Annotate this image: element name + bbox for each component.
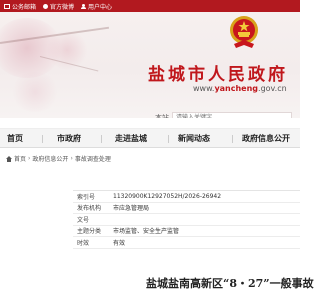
nav-divider [168, 135, 169, 143]
metadata-key: 时效 [77, 239, 90, 247]
metadata-row: 文号 [73, 214, 300, 226]
nav-item-news[interactable]: 新闻动态 [178, 133, 210, 144]
breadcrumb-accident-investigation[interactable]: 事故调查处理 [75, 154, 111, 163]
metadata-row: 主题分类 市场监管、安全生产监管 [73, 226, 300, 237]
mail-icon [4, 3, 10, 9]
national-emblem-icon [230, 16, 258, 48]
search-input[interactable] [172, 111, 292, 118]
metadata-value: 11320900K12927052H/2026-26942 [113, 192, 222, 200]
search-scope-label: 本站 [155, 113, 169, 119]
document-metadata-table: 索引号 11320900K12927052H/2026-26942 发布机构 市… [73, 190, 300, 249]
header-banner: 盐城市人民政府 www.yancheng.gov.cn 本站 [0, 12, 300, 118]
metadata-key: 文号 [77, 216, 90, 224]
nav-item-home[interactable]: 首页 [7, 133, 23, 144]
breadcrumb-home[interactable]: 首页 [14, 154, 26, 163]
nav-item-city-government[interactable]: 市政府 [57, 133, 81, 144]
metadata-key: 发布机构 [77, 205, 102, 213]
top-bar: 公务邮箱 官方微博 用户中心 [0, 0, 300, 12]
home-icon [6, 155, 12, 162]
weibo-icon [43, 3, 49, 9]
url-prefix: www. [193, 84, 215, 93]
breadcrumb-separator: › [28, 155, 31, 162]
blossom-decoration [10, 72, 60, 112]
nav-item-government-info-disclosure[interactable]: 政府信息公开 [242, 133, 290, 144]
site-search: 本站 [155, 111, 300, 118]
user-center-link[interactable]: 用户中心 [81, 2, 112, 11]
metadata-row: 索引号 11320900K12927052H/2026-26942 [73, 191, 300, 203]
url-brand: yancheng [214, 84, 259, 93]
official-weibo-label: 官方微博 [50, 3, 75, 11]
site-url[interactable]: www.yancheng.gov.cn [193, 84, 287, 93]
official-mailbox-label: 公务邮箱 [12, 3, 37, 11]
metadata-row: 发布机构 市应急管理局 [73, 203, 300, 214]
metadata-value: 市应急管理局 [113, 205, 150, 213]
metadata-key: 索引号 [77, 193, 96, 201]
nav-divider [42, 135, 43, 143]
url-suffix: .gov.cn [258, 84, 287, 93]
metadata-value: 市场监管、安全生产监管 [113, 228, 180, 236]
official-weibo-link[interactable]: 官方微博 [43, 2, 74, 11]
article-title: 盐城盐南高新区“8・27”一般事故 [146, 277, 314, 290]
user-icon [81, 3, 87, 9]
breadcrumb-info-disclosure[interactable]: 政府信息公开 [32, 154, 68, 163]
metadata-row: 时效 有效 [73, 237, 300, 249]
metadata-value: 有效 [113, 239, 126, 247]
nav-item-explore-yancheng[interactable]: 走进盐城 [115, 133, 147, 144]
site-title: 盐城市人民政府 [148, 65, 288, 85]
official-mailbox-link[interactable]: 公务邮箱 [4, 2, 36, 11]
nav-divider [232, 135, 233, 143]
breadcrumb-separator: › [70, 155, 73, 162]
user-center-label: 用户中心 [88, 3, 113, 11]
main-nav: 首页 市政府 走进盐城 新闻动态 政府信息公开 [0, 128, 300, 148]
nav-divider [101, 135, 102, 143]
breadcrumb: 首页 › 政府信息公开 › 事故调查处理 [6, 154, 111, 163]
metadata-key: 主题分类 [77, 228, 102, 236]
